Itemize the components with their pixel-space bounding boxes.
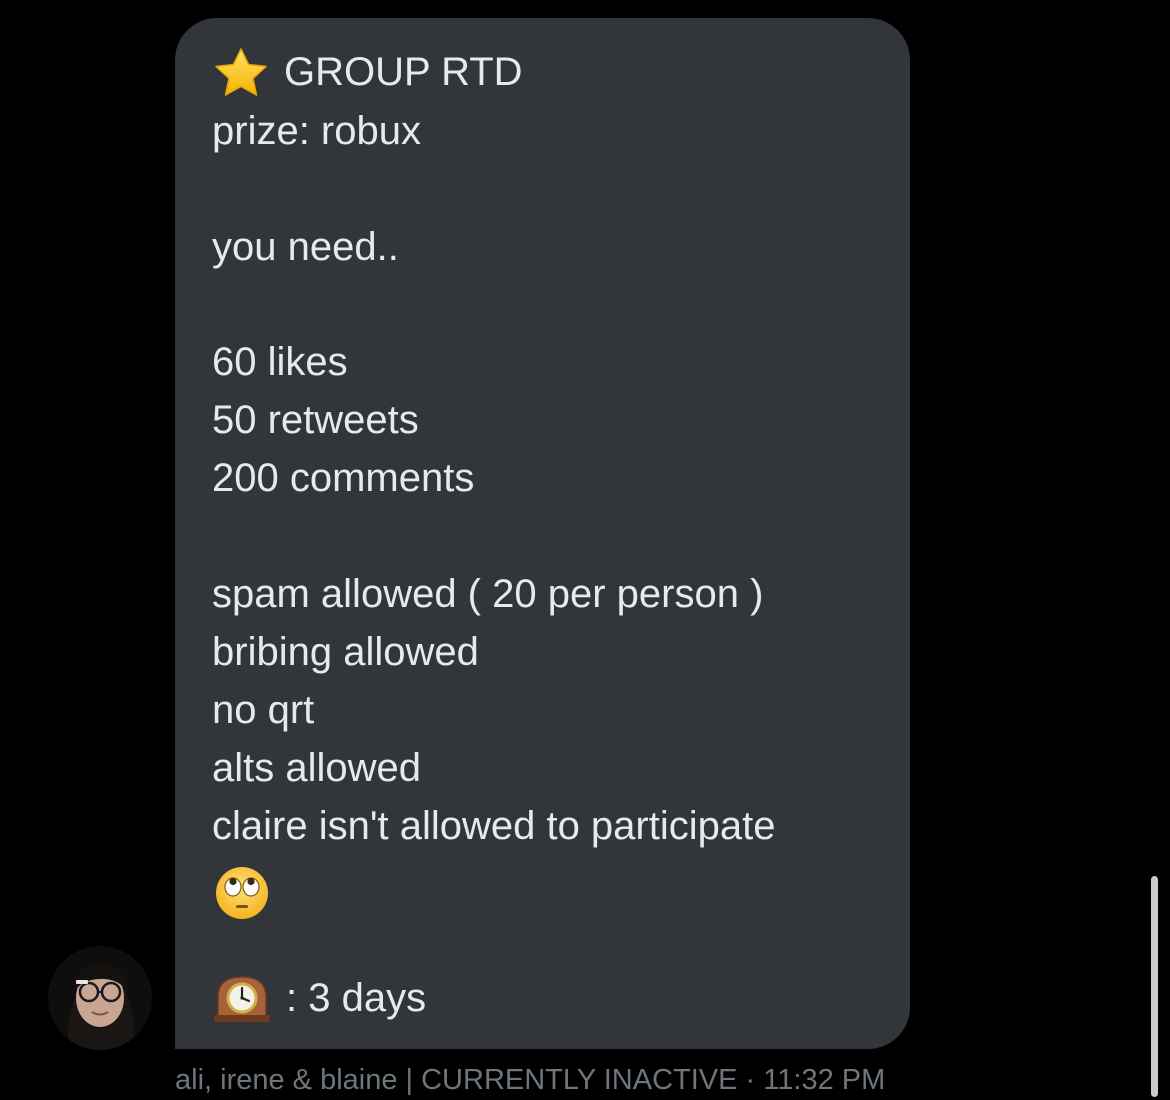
message-title-row: GROUP RTD [212,48,523,96]
message-meta: ali, irene & blaine | CURRENTLY INACTIVE… [175,1060,885,1100]
claire-line: claire isn't allowed to participate [212,804,776,848]
bribing-line: bribing allowed [212,630,479,674]
you-need-line: you need.. [212,225,399,269]
avatar-photo [48,946,152,1050]
prize-line: prize: robux [212,109,421,153]
retweets-line: 50 retweets [212,398,419,442]
alts-line: alts allowed [212,746,422,790]
sender-info: ali, irene & blaine | CURRENTLY INACTIVE [175,1064,738,1096]
scrollbar[interactable] [1151,876,1158,1097]
meta-separator: · [745,1064,756,1096]
spam-line: spam allowed ( 20 per person ) [212,572,764,616]
duration-text: : 3 days [286,976,427,1020]
star-icon [215,48,267,96]
avatar[interactable] [48,946,152,1050]
mantelpiece-clock-icon [214,976,270,1022]
message-title: GROUP RTD [284,50,523,94]
comments-line: 200 comments [212,456,475,500]
message-bubble[interactable]: GROUP RTD prize: robux you need.. 60 lik… [175,18,910,1049]
likes-line: 60 likes [212,340,348,384]
message-time: 11:32 PM [763,1064,886,1096]
no-qrt-line: no qrt [212,688,315,732]
eye-roll-face-icon [216,867,268,919]
